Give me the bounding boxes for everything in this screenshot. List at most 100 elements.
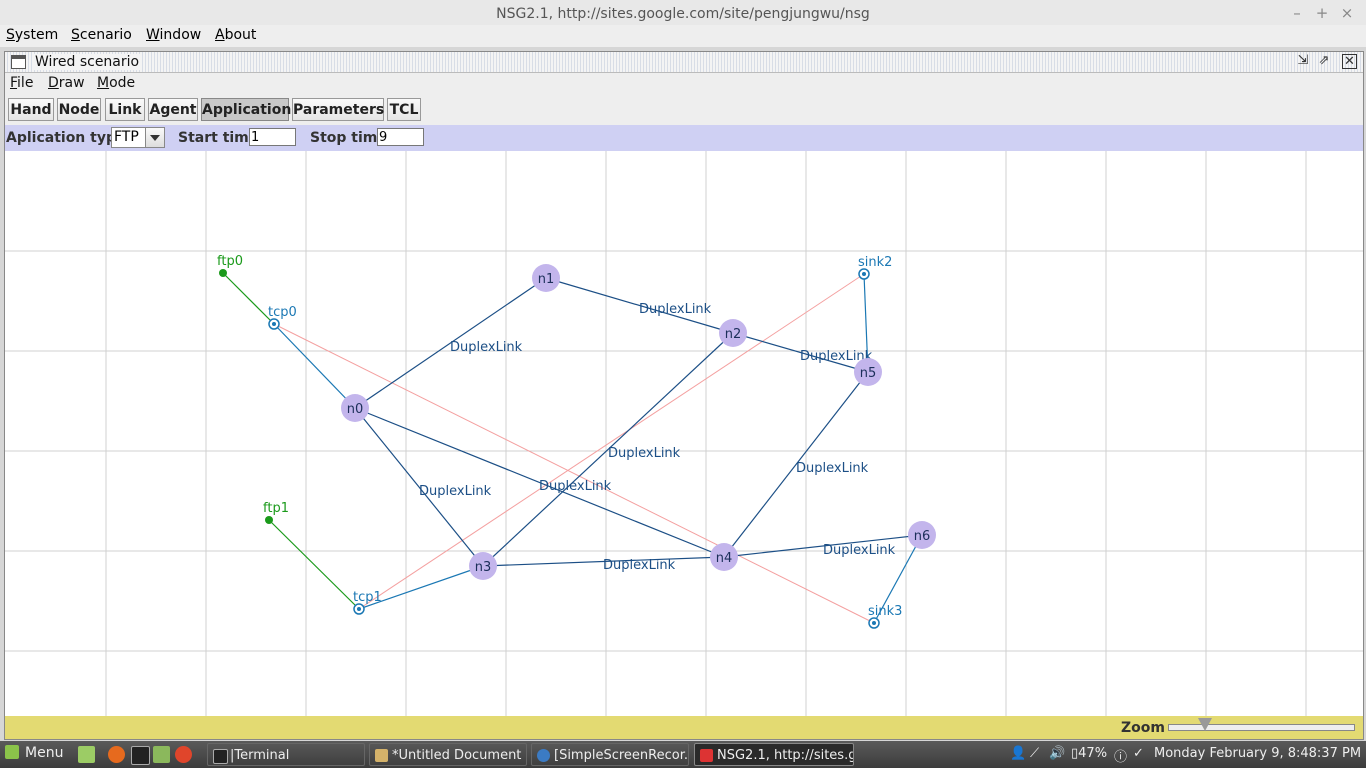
clock: Monday February 9, 8:48:37 PM [1154,746,1362,761]
app-attach-line [268,519,360,610]
network-icon[interactable]: ⟋ [1030,746,1039,761]
flow-line [273,323,875,624]
close-icon[interactable]: × [1338,4,1356,22]
task-terminal[interactable]: |Terminal [207,743,365,766]
terminal-icon [213,749,228,764]
frame-maximize-icon[interactable]: ⇗ [1316,53,1332,69]
window-title: NSG2.1, http://sites.google.com/site/pen… [496,6,870,22]
link-label: DuplexLink [539,479,612,494]
stop-time-input[interactable] [377,128,424,146]
menu-draw[interactable]: Draw [48,75,85,91]
scenario-drawing[interactable]: DuplexLink DuplexLink DuplexLink DuplexLink… [5,151,1363,716]
zoom-slider-track[interactable] [1168,724,1355,731]
menu-system[interactable]: System [6,27,58,43]
java-icon [700,749,713,762]
application-type-select[interactable]: FTP [111,127,165,148]
task-label: NSG2.1, http://sites.g... [717,748,854,763]
agent-dot [872,621,876,625]
menu-label: Menu [25,745,64,761]
maximize-icon[interactable]: + [1313,4,1331,22]
app-label: ftp0 [217,254,243,269]
node-label: n5 [860,366,877,381]
task-label: [SimpleScreenRecor... [554,748,689,763]
files-icon[interactable] [153,746,170,763]
link-label: DuplexLink [608,446,681,461]
node-label: n0 [347,402,364,417]
link-label: DuplexLink [796,461,869,476]
shield-icon[interactable]: ✓ [1133,746,1144,761]
show-desktop-icon[interactable] [78,746,95,763]
task-untitled-document[interactable]: *Untitled Document ... [369,743,527,766]
agent-label: tcp0 [268,305,297,320]
menu-scenario[interactable]: Scenario [71,27,132,43]
link-tool-button[interactable]: Link [105,98,145,121]
volume-icon[interactable]: 🔊 [1049,746,1065,761]
parameters-tool-button[interactable]: Parameters [292,98,384,121]
menu-window[interactable]: Window [146,27,201,43]
frame-title: Wired scenario [32,54,143,70]
text-editor-icon [375,749,388,762]
task-label: *Untitled Document ... [392,748,527,763]
recorder-icon [537,749,550,762]
battery-percent: 47% [1078,746,1108,761]
agent-label: sink2 [858,255,892,270]
agent-dot [357,607,361,611]
battery-icon[interactable]: ▯47% [1071,746,1107,761]
node-label: n1 [538,272,555,287]
tcl-tool-button[interactable]: TCL [387,98,421,121]
app-ftp0 [219,269,227,277]
start-menu-button[interactable]: Menu [5,745,63,761]
task-screen-recorder[interactable]: [SimpleScreenRecor... [531,743,689,766]
application-type-label: Aplication type [6,130,126,146]
node-label: n4 [716,551,733,566]
wired-scenario-frame: Wired scenario ⇲ ⇗ ✕ File Draw Mode Hand… [4,51,1364,740]
iconify-icon[interactable]: ⇲ [1295,53,1311,69]
zoom-slider-thumb[interactable] [1198,718,1212,731]
scenario-canvas[interactable]: DuplexLink DuplexLink DuplexLink DuplexLink… [5,151,1363,716]
frame-menubar: File Draw Mode [5,73,1363,95]
main-menubar: System Scenario Window About [0,25,1366,47]
taskbar: Menu |Terminal *Untitled Document ... [S… [0,741,1366,768]
start-time-input[interactable] [249,128,296,146]
zoom-label: Zoom [1121,720,1165,736]
link-label: DuplexLink [450,340,523,355]
frame-close-icon[interactable]: ✕ [1342,54,1357,69]
hand-tool-button[interactable]: Hand [8,98,54,121]
minimize-icon[interactable]: – [1288,4,1306,22]
agent-tool-button[interactable]: Agent [148,98,198,121]
node-label: n2 [725,327,742,342]
frame-titlebar: Wired scenario ⇲ ⇗ ✕ [5,52,1363,73]
terminal-launcher-icon[interactable] [131,746,150,765]
mint-logo-icon [5,745,19,759]
frame-window-icon [11,55,26,69]
menu-mode[interactable]: Mode [97,75,135,91]
firefox-icon[interactable] [108,746,125,763]
agent-dot [862,272,866,276]
start-time-label: Start time [178,130,259,146]
app-attach-line [222,272,275,325]
application-options-bar: Aplication type FTP Start time Stop time [5,125,1363,151]
tool-toolbar: Hand Node Link Agent Application Paramet… [5,95,1363,125]
task-label: |Terminal [230,748,290,763]
update-icon[interactable]: ⓘ [1114,746,1127,765]
app-label: ftp1 [263,501,289,516]
link-label: DuplexLink [823,543,896,558]
menu-file[interactable]: File [10,75,33,91]
node-label: n6 [914,529,931,544]
node-tool-button[interactable]: Node [57,98,101,121]
menu-about[interactable]: About [215,27,256,43]
link-label: DuplexLink [639,302,712,317]
agent-dot [272,322,276,326]
link-label: DuplexLink [419,484,492,499]
agent-label: sink3 [868,604,902,619]
zoom-bar: Zoom [5,716,1363,739]
task-nsg[interactable]: NSG2.1, http://sites.g... [694,743,854,766]
agent-attach-line [273,323,356,409]
user-icon[interactable]: 👤 [1010,746,1026,761]
link-label: DuplexLink [603,558,676,573]
chevron-down-icon[interactable] [145,128,164,147]
agent-label: tcp1 [353,590,382,605]
node-label: n3 [475,560,492,575]
application-tool-button[interactable]: Application [201,98,291,121]
chrome-icon[interactable] [175,746,192,763]
